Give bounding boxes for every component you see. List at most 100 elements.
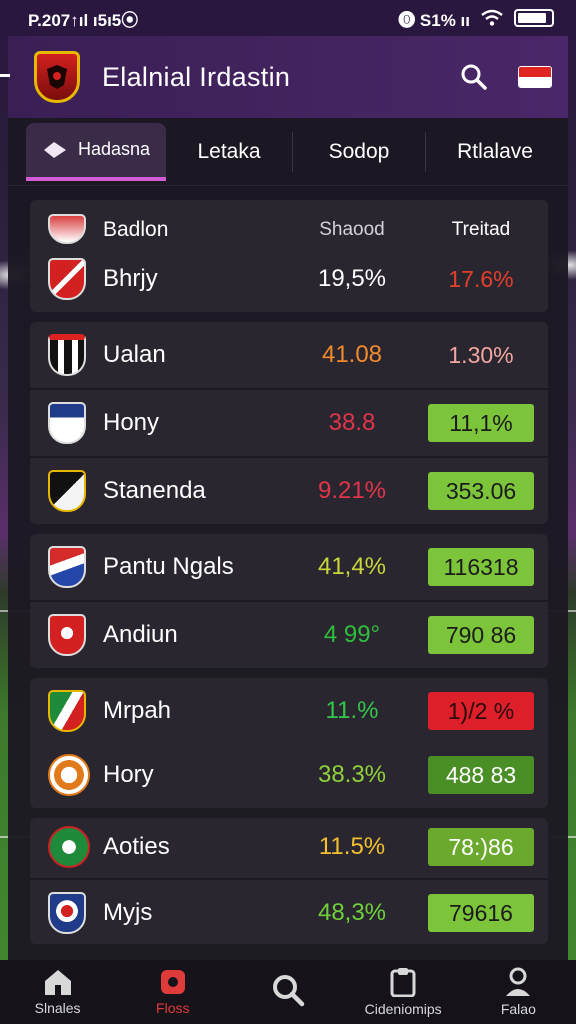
team-badge	[48, 614, 86, 656]
tab-label: Letaka	[197, 139, 261, 163]
table-row[interactable]: Stanenda 9.21% 353.06	[30, 468, 548, 514]
nav-item-search[interactable]	[230, 973, 345, 1011]
tab-rtlalave[interactable]: Rtlalave	[426, 123, 564, 181]
battery-icon	[514, 9, 554, 27]
club-logo[interactable]	[34, 51, 80, 103]
team-name: Ualan	[103, 341, 166, 368]
stat-pill: 488 83	[428, 756, 534, 794]
row-divider	[30, 388, 548, 390]
table-row[interactable]: Ualan 41.08 1.30%	[30, 332, 548, 378]
team-badge	[48, 214, 86, 244]
stat-pill: 11,1%	[428, 404, 534, 442]
stat-pill: 79616	[428, 894, 534, 932]
team-name: Hony	[103, 409, 160, 436]
stat-value: 48,3%	[317, 899, 387, 926]
stat-value: 11.%	[325, 697, 379, 724]
table-group: Aoties 11.5% 78:)86 Myjs 48,3% 79616	[30, 818, 548, 944]
team-badge	[48, 258, 86, 300]
team-badge	[48, 402, 86, 444]
stat-value: 41,4%	[317, 553, 387, 580]
team-badge	[48, 892, 86, 934]
tag-icon	[43, 141, 66, 158]
team-badge	[48, 334, 86, 376]
stat-value: 4 99°	[323, 621, 381, 648]
team-badge	[48, 546, 86, 588]
status-indicators: ⓿ S1% ıı	[398, 10, 470, 30]
status-time: P.207↑ıl ı5ı5⦿	[28, 10, 139, 30]
team-badge	[48, 690, 86, 732]
stat-value: 41.08	[321, 341, 383, 368]
header-col1: Shaood	[319, 219, 385, 240]
search-icon	[272, 975, 305, 1007]
team-name: Stanenda	[103, 477, 206, 504]
profile-icon	[506, 967, 531, 996]
menu-icon[interactable]	[0, 74, 10, 77]
tab-label: Rtlalave	[457, 139, 533, 163]
standings-panel: Hadasna Letaka Sodop Rtlalave Badlon Sha…	[8, 118, 568, 960]
table-row[interactable]: Hory 38.3% 488 83	[30, 752, 548, 798]
table-row[interactable]: Andiun 4 99° 790 86	[30, 612, 548, 658]
clipboard-icon	[390, 968, 416, 997]
stat-pill: 1)/2 %	[428, 692, 534, 730]
table-header-row: Badlon Shaood Treitad	[30, 210, 548, 250]
table-row[interactable]: Myjs 48,3% 79616	[30, 890, 548, 936]
home-icon	[44, 970, 71, 995]
table-row[interactable]: Bhrjy 19,5% 17.6%	[30, 256, 548, 302]
stat-pill: 116318	[428, 548, 534, 586]
nav-label: Slnales	[34, 1000, 81, 1016]
row-divider	[30, 878, 548, 880]
status-bar: P.207↑ıl ı5ı5⦿ ⓿ S1% ıı	[0, 0, 576, 36]
header-col2: Treitad	[451, 219, 511, 240]
team-name: Bhrjy	[103, 265, 158, 292]
tab-letaka[interactable]: Letaka	[166, 123, 292, 181]
header-team: Badlon	[103, 218, 169, 241]
tab-label: Hadasna	[77, 139, 151, 159]
wifi-icon	[481, 9, 503, 26]
table-row[interactable]: Mrpah 11.% 1)/2 %	[30, 688, 548, 734]
stat-pill: 78:)86	[428, 828, 534, 866]
tab-bar: Hadasna Letaka Sodop Rtlalave	[8, 118, 568, 186]
table-group: Ualan 41.08 1.30% Hony 38.8 11,1% Stanen…	[30, 322, 548, 524]
tab-label: Sodop	[328, 139, 390, 163]
search-button[interactable]	[454, 57, 494, 97]
stat-pill: 1.30%	[448, 341, 514, 368]
tab-hadasna[interactable]: Hadasna	[26, 122, 166, 181]
team-name: Mrpah	[103, 697, 172, 724]
row-divider	[30, 600, 548, 602]
table-row[interactable]: Hony 38.8 11,1%	[30, 400, 548, 446]
row-divider	[30, 456, 548, 458]
stat-value: 11.5%	[318, 833, 386, 860]
table-group: Mrpah 11.% 1)/2 % Hory 38.3% 488 83	[30, 678, 548, 808]
team-badge	[48, 754, 90, 796]
team-badge	[48, 470, 86, 512]
team-name: Pantu Ngals	[103, 553, 234, 580]
stat-value: 38.8	[328, 409, 376, 436]
stat-pill: 353.06	[428, 472, 534, 510]
nav-label: Cideniomips	[364, 1001, 442, 1017]
app-bar: Elalnial Irdastin	[0, 36, 568, 118]
stat-value: 38.3%	[317, 761, 387, 788]
stat-pill: 17.6%	[448, 265, 514, 292]
nav-item-falao[interactable]: Falao	[461, 967, 576, 1017]
table-row[interactable]: Aoties 11.5% 78:)86	[30, 824, 548, 870]
nav-item-cideniomips[interactable]: Cideniomips	[346, 967, 461, 1017]
search-icon	[461, 64, 487, 90]
table-group: Pantu Ngals 41,4% 116318 Andiun 4 99° 79…	[30, 534, 548, 668]
nav-item-floss[interactable]: Floss	[115, 968, 230, 1016]
team-badge	[48, 826, 90, 868]
team-name: Hory	[103, 761, 154, 788]
crest-icon	[47, 65, 67, 89]
bottom-navigation: Slnales Floss Cideniomips Falao	[0, 960, 576, 1024]
table-group: Badlon Shaood Treitad Bhrjy 19,5% 17.6%	[30, 200, 548, 312]
stat-pill: 790 86	[428, 616, 534, 654]
tab-sodop[interactable]: Sodop	[293, 123, 425, 181]
language-flag-button[interactable]	[518, 66, 552, 88]
stat-value: 9.21%	[317, 477, 387, 504]
page-title: Elalnial Irdastin	[102, 61, 291, 92]
nav-label: Floss	[156, 1000, 190, 1016]
team-name: Aoties	[103, 833, 170, 860]
nav-item-slnales[interactable]: Slnales	[0, 968, 115, 1016]
team-name: Andiun	[103, 621, 178, 648]
stat-value: 19,5%	[317, 265, 387, 292]
table-row[interactable]: Pantu Ngals 41,4% 116318	[30, 544, 548, 590]
